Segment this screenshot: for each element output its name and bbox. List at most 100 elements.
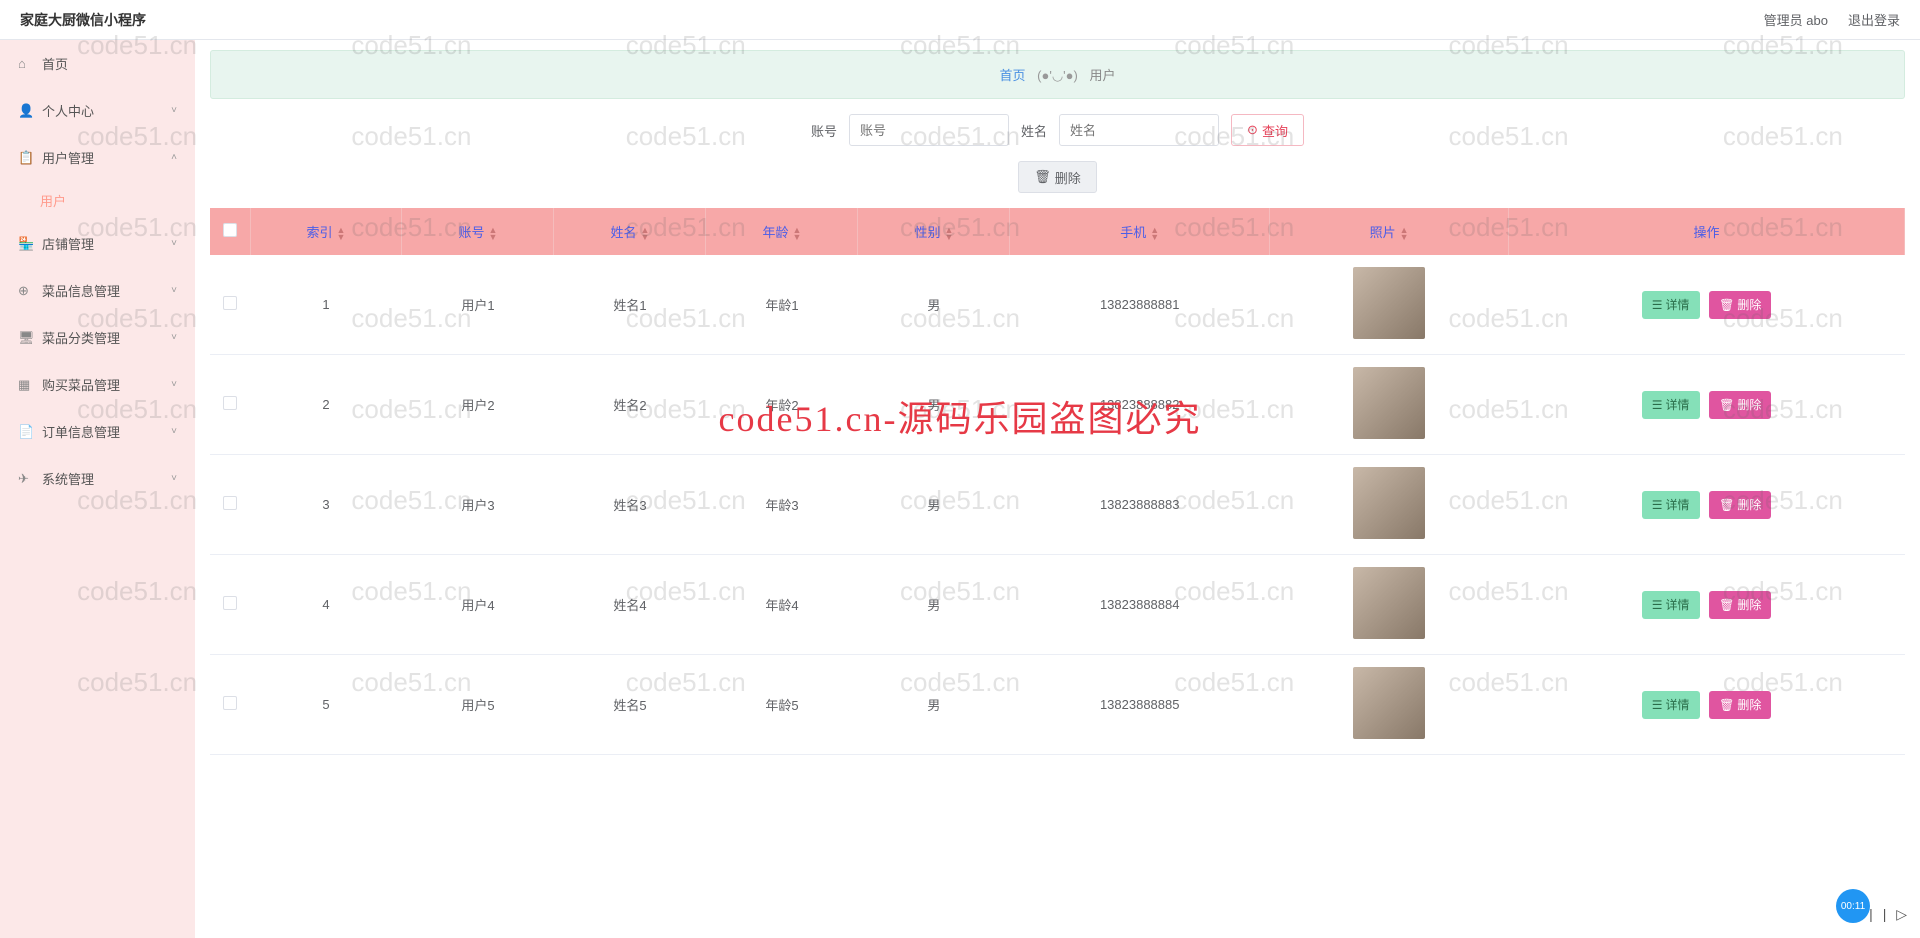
sort-icon: ▲▼ (641, 227, 650, 241)
cell-account: 用户2 (402, 355, 554, 455)
column-header[interactable]: 姓名▲▼ (554, 208, 706, 255)
top-header: 家庭大厨微信小程序 管理员 abo 退出登录 (0, 0, 1920, 40)
cell-gender: 男 (858, 655, 1010, 755)
row-checkbox[interactable] (223, 696, 237, 710)
breadcrumb-home[interactable]: 首页 (1000, 68, 1026, 83)
avatar (1353, 567, 1425, 639)
row-delete-button[interactable]: 🗑 删除 (1709, 391, 1771, 419)
row-delete-button[interactable]: 🗑 删除 (1709, 691, 1771, 719)
row-delete-button[interactable]: 🗑 删除 (1709, 591, 1771, 619)
column-header[interactable]: 手机▲▼ (1010, 208, 1270, 255)
sidebar-label: 用户管理 (42, 148, 94, 167)
row-checkbox[interactable] (223, 396, 237, 410)
sidebar-item-6[interactable]: ▦购买菜品管理˅ (0, 361, 195, 408)
table-row: 2 用户2 姓名2 年龄2 男 13823888882 ☰ 详情 🗑 删除 (210, 355, 1905, 455)
sidebar-item-2[interactable]: 📋用户管理˄ (0, 134, 195, 181)
table-row: 3 用户3 姓名3 年龄3 男 13823888883 ☰ 详情 🗑 删除 (210, 455, 1905, 555)
cell-account: 用户1 (402, 255, 554, 355)
sidebar-icon: ⌂ (18, 56, 32, 71)
cell-gender: 男 (858, 555, 1010, 655)
table-row: 5 用户5 姓名5 年龄5 男 13823888885 ☰ 详情 🗑 删除 (210, 655, 1905, 755)
row-delete-button[interactable]: 🗑 删除 (1709, 491, 1771, 519)
media-controls: | | ▷ (1869, 906, 1910, 923)
sidebar-subitem-user[interactable]: 用户 (0, 181, 195, 220)
detail-button[interactable]: ☰ 详情 (1642, 491, 1700, 519)
sort-icon: ▲▼ (337, 227, 346, 241)
breadcrumb-separator: (●'◡'●) (1037, 68, 1078, 83)
account-input[interactable] (849, 114, 1009, 146)
query-button[interactable]: ⊙ 查询 (1231, 114, 1304, 146)
cell-age: 年龄4 (706, 555, 858, 655)
cell-age: 年龄2 (706, 355, 858, 455)
list-icon: ☰ (1652, 698, 1663, 712)
sidebar-item-7[interactable]: 📄订单信息管理˅ (0, 408, 195, 455)
chevron-down-icon: ˅ (171, 285, 177, 296)
detail-button[interactable]: ☰ 详情 (1642, 391, 1700, 419)
row-checkbox[interactable] (223, 496, 237, 510)
column-header[interactable]: 性别▲▼ (858, 208, 1010, 255)
bulk-delete-label: 删除 (1055, 168, 1081, 187)
cell-account: 用户3 (402, 455, 554, 555)
column-header[interactable]: 账号▲▼ (402, 208, 554, 255)
logout-link[interactable]: 退出登录 (1848, 10, 1900, 29)
avatar (1353, 467, 1425, 539)
row-checkbox[interactable] (223, 296, 237, 310)
list-icon: ☰ (1652, 298, 1663, 312)
cell-gender: 男 (858, 455, 1010, 555)
cell-gender: 男 (858, 355, 1010, 455)
cell-phone: 13823888881 (1010, 255, 1270, 355)
cell-name: 姓名3 (554, 455, 706, 555)
search-icon: ⊙ (1247, 122, 1258, 138)
column-header[interactable]: 索引▲▼ (250, 208, 402, 255)
bulk-delete-button[interactable]: 🗑 删除 (1018, 161, 1097, 193)
avatar (1353, 367, 1425, 439)
sidebar-label: 菜品信息管理 (42, 281, 120, 300)
avatar (1353, 667, 1425, 739)
user-table: 索引▲▼账号▲▼姓名▲▼年龄▲▼性别▲▼手机▲▼照片▲▼操作 1 用户1 姓名1… (210, 208, 1905, 755)
sidebar-label: 菜品分类管理 (42, 328, 120, 347)
sidebar-item-5[interactable]: 🖥菜品分类管理˅ (0, 314, 195, 361)
sidebar-item-0[interactable]: ⌂首页 (0, 40, 195, 87)
cell-index: 2 (250, 355, 402, 455)
sidebar-item-3[interactable]: 🏪店铺管理˅ (0, 220, 195, 267)
detail-button[interactable]: ☰ 详情 (1642, 291, 1700, 319)
admin-label[interactable]: 管理员 abo (1764, 10, 1828, 29)
app-title: 家庭大厨微信小程序 (20, 10, 146, 30)
column-header[interactable]: 照片▲▼ (1270, 208, 1509, 255)
avatar (1353, 267, 1425, 339)
toolbar: 🗑 删除 (210, 161, 1905, 193)
sidebar-label: 订单信息管理 (42, 422, 120, 441)
row-delete-button[interactable]: 🗑 删除 (1709, 291, 1771, 319)
cell-name: 姓名1 (554, 255, 706, 355)
cell-phone: 13823888882 (1010, 355, 1270, 455)
trash-icon: 🗑 (1719, 398, 1734, 412)
sidebar: ⌂首页👤个人中心˅📋用户管理˄用户🏪店铺管理˅⊕菜品信息管理˅🖥菜品分类管理˅▦… (0, 40, 195, 938)
cell-index: 5 (250, 655, 402, 755)
query-button-label: 查询 (1262, 121, 1288, 140)
sidebar-icon: 🏪 (18, 236, 32, 252)
detail-button[interactable]: ☰ 详情 (1642, 691, 1700, 719)
sidebar-icon: ⊕ (18, 283, 32, 299)
sidebar-label: 购买菜品管理 (42, 375, 120, 394)
name-search-input[interactable] (1059, 114, 1219, 146)
sidebar-item-8[interactable]: ✈系统管理˅ (0, 455, 195, 502)
select-all-checkbox[interactable] (223, 223, 237, 237)
sidebar-icon: 🖥 (18, 330, 32, 346)
cell-name: 姓名5 (554, 655, 706, 755)
list-icon: ☰ (1652, 398, 1663, 412)
detail-button[interactable]: ☰ 详情 (1642, 591, 1700, 619)
sidebar-item-4[interactable]: ⊕ 菜品信息管理 ˅ (0, 267, 195, 314)
trash-icon: 🗑 (1719, 598, 1734, 612)
column-header[interactable]: 操作 (1509, 208, 1905, 255)
column-header[interactable]: 年龄▲▼ (706, 208, 858, 255)
cell-index: 1 (250, 255, 402, 355)
list-icon: ☰ (1652, 498, 1663, 512)
trash-icon: 🗑 (1719, 498, 1734, 512)
chevron-down-icon: ˅ (171, 473, 177, 484)
cell-phone: 13823888883 (1010, 455, 1270, 555)
sidebar-item-1[interactable]: 👤个人中心˅ (0, 87, 195, 134)
chevron-down-icon: ˄ (171, 152, 177, 163)
breadcrumb-current: 用户 (1089, 68, 1115, 83)
row-checkbox[interactable] (223, 596, 237, 610)
sort-icon: ▲▼ (792, 227, 801, 241)
